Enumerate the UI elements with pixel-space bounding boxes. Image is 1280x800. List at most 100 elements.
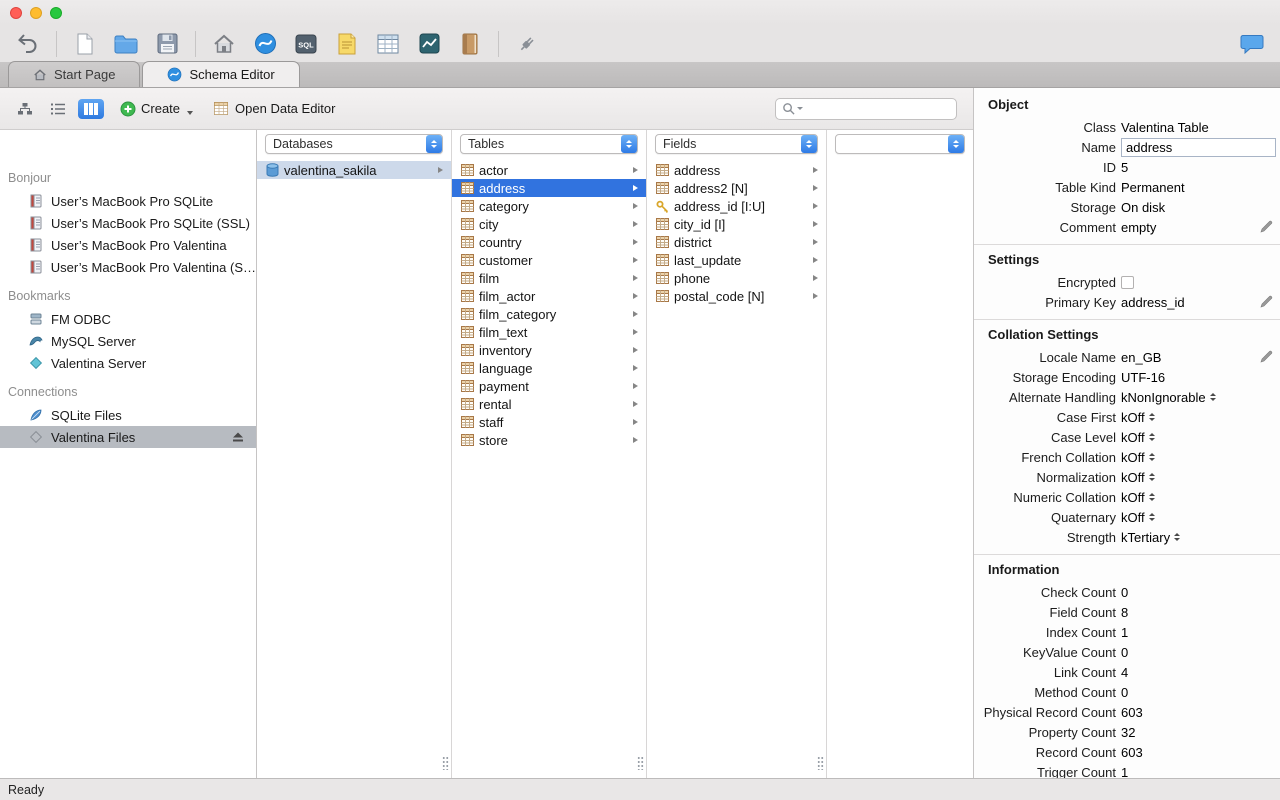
browser-row[interactable]: film_actor — [452, 287, 646, 305]
popup-stepper-icon — [948, 135, 964, 153]
minimize-window-button[interactable] — [30, 6, 42, 19]
connect-button[interactable] — [511, 29, 543, 59]
sidebar-item[interactable]: FM ODBC — [0, 308, 256, 330]
encrypted-checkbox[interactable] — [1121, 275, 1134, 289]
column-header-popup[interactable]: Tables — [460, 134, 638, 154]
browser-row[interactable]: staff — [452, 413, 646, 431]
property-value[interactable]: kOff — [1121, 410, 1155, 425]
browser-row[interactable]: address — [452, 179, 646, 197]
create-button[interactable]: Create — [120, 101, 194, 117]
tab-start-page[interactable]: Start Page — [8, 61, 141, 87]
edit-pencil-icon[interactable] — [1260, 350, 1273, 363]
search-input[interactable] — [805, 101, 950, 116]
property-value[interactable]: kOff — [1121, 470, 1155, 485]
property-label: Alternate Handling — [1009, 389, 1116, 405]
browser-row[interactable]: postal_code [N] — [647, 287, 826, 305]
property-label: Comment — [1059, 219, 1116, 235]
property-value[interactable]: kOff — [1121, 510, 1155, 525]
column-header-popup[interactable]: Fields — [655, 134, 818, 154]
tab-schema-editor[interactable]: Schema Editor — [142, 61, 300, 87]
browser-row[interactable]: customer — [452, 251, 646, 269]
browser-row[interactable]: payment — [452, 377, 646, 395]
browser-row[interactable]: film_category — [452, 305, 646, 323]
create-button-label: Create — [141, 101, 181, 116]
zoom-window-button[interactable] — [50, 6, 62, 19]
browser-row[interactable]: actor — [452, 161, 646, 179]
property-value: 5 — [1121, 159, 1129, 175]
property-value: 1 — [1121, 624, 1129, 640]
browser-row[interactable]: film_text — [452, 323, 646, 341]
dropdown-arrows-icon — [1148, 473, 1155, 481]
property-value[interactable]: kNonIgnorable — [1121, 390, 1216, 405]
home-button[interactable] — [208, 29, 240, 59]
browser-row[interactable]: category — [452, 197, 646, 215]
property-value: 4 — [1121, 664, 1129, 680]
search-field[interactable] — [775, 97, 957, 120]
list-view-button[interactable] — [45, 99, 71, 119]
eject-icon[interactable] — [232, 432, 244, 443]
toolbar-separator — [195, 30, 196, 57]
sql-editor-button[interactable]: SQL — [290, 29, 322, 59]
column-resize-grip[interactable] — [442, 756, 449, 770]
documentation-button[interactable] — [454, 29, 486, 59]
browser-row[interactable]: city_id [I] — [647, 215, 826, 233]
inspector-row: Index Count 1 — [974, 622, 1280, 642]
property-value[interactable]: kTertiary — [1121, 530, 1181, 545]
edit-pencil-icon[interactable] — [1260, 220, 1273, 233]
folder-icon — [114, 35, 138, 53]
browser-row[interactable]: address — [647, 161, 826, 179]
column-header-popup[interactable] — [835, 134, 965, 154]
browser-row[interactable]: district — [647, 233, 826, 251]
browser-row[interactable]: city — [452, 215, 646, 233]
popup-label: Databases — [273, 137, 333, 151]
tree-view-button[interactable] — [12, 99, 38, 119]
browser-list: valentina_sakila — [257, 158, 451, 179]
browser-row[interactable]: phone — [647, 269, 826, 287]
close-window-button[interactable] — [10, 6, 22, 19]
diagram-button[interactable] — [413, 29, 445, 59]
column-view-button[interactable] — [78, 98, 104, 119]
browser-row[interactable]: rental — [452, 395, 646, 413]
browser-row-label: inventory — [479, 342, 532, 358]
property-value[interactable]: kOff — [1121, 430, 1155, 445]
sidebar-item[interactable]: User’s MacBook Pro SQLite (SSL) — [0, 212, 256, 234]
save-button[interactable] — [151, 29, 183, 59]
property-value[interactable]: kOff — [1121, 490, 1155, 505]
dropdown-arrows-icon — [1148, 513, 1155, 521]
sidebar-item[interactable]: User’s MacBook Pro SQLite — [0, 190, 256, 212]
sidebar-item[interactable]: User’s MacBook Pro Valentina (S… — [0, 256, 256, 278]
column-resize-grip[interactable] — [637, 756, 644, 770]
browser-row[interactable]: country — [452, 233, 646, 251]
edit-pencil-icon[interactable] — [1260, 295, 1273, 308]
open-data-editor-button[interactable]: Open Data Editor — [213, 101, 335, 116]
sidebar-item-label: User’s MacBook Pro Valentina — [51, 237, 227, 253]
sidebar-item[interactable]: MySQL Server — [0, 330, 256, 352]
column-resize-grip[interactable] — [817, 756, 824, 770]
data-editor-button[interactable] — [372, 29, 404, 59]
browser-row[interactable]: address2 [N] — [647, 179, 826, 197]
browser-row[interactable]: last_update — [647, 251, 826, 269]
feedback-chat-button[interactable] — [1236, 29, 1268, 59]
property-value[interactable]: kOff — [1121, 450, 1155, 465]
open-folder-button[interactable] — [110, 29, 142, 59]
browser-row[interactable]: valentina_sakila — [257, 161, 451, 179]
sidebar-item[interactable]: User’s MacBook Pro Valentina — [0, 234, 256, 256]
name-input[interactable] — [1121, 137, 1276, 157]
sidebar-item-label: Valentina Files — [51, 429, 136, 445]
schema-editor-button[interactable] — [249, 29, 281, 59]
browser-row[interactable]: inventory — [452, 341, 646, 359]
sidebar-item[interactable]: Valentina Files — [0, 426, 256, 448]
browser-row[interactable]: store — [452, 431, 646, 449]
browser-row[interactable]: address_id [I:U] — [647, 197, 826, 215]
undo-button[interactable] — [12, 29, 44, 59]
report-editor-button[interactable] — [331, 29, 363, 59]
sidebar-item[interactable]: Valentina Server — [0, 352, 256, 374]
sidebar-item-label: Valentina Server — [51, 355, 147, 371]
sidebar-item[interactable]: SQLite Files — [0, 404, 256, 426]
dropdown-arrows-icon — [1174, 533, 1181, 541]
column-header-popup[interactable]: Databases — [265, 134, 443, 154]
browser-row[interactable]: film — [452, 269, 646, 287]
popup-label: Tables — [468, 137, 505, 151]
browser-row[interactable]: language — [452, 359, 646, 377]
new-document-button[interactable] — [69, 29, 101, 59]
